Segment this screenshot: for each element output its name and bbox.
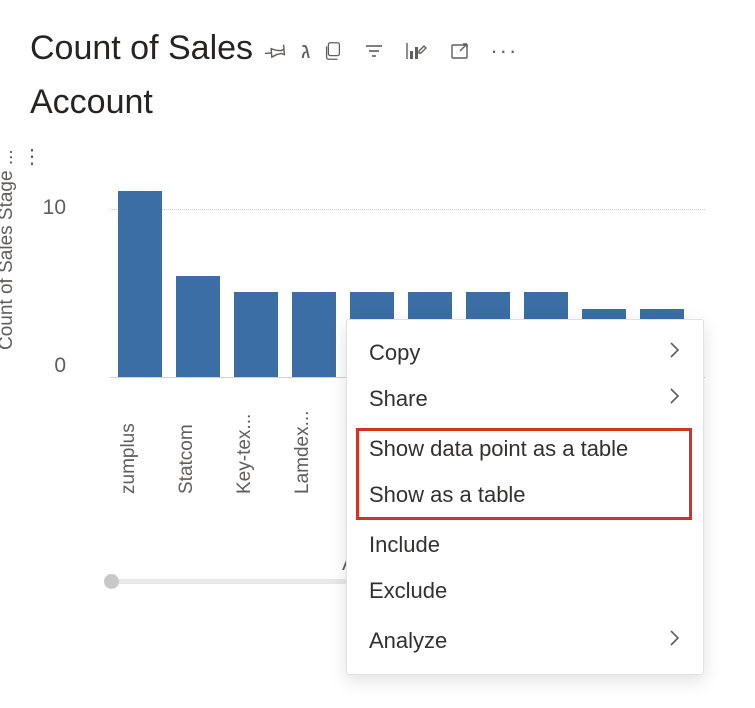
menu-label: Exclude (369, 578, 447, 604)
chart-title-line2: Account (18, 80, 518, 134)
partial-text: ג (301, 38, 310, 64)
filter-icon[interactable] (362, 39, 386, 63)
menu-item-copy[interactable]: Copy (347, 330, 703, 376)
menu-item-include[interactable]: Include (347, 522, 703, 568)
y-tick: 0 (54, 354, 66, 378)
chart-title-line1: Count of Sales (18, 16, 253, 80)
x-label: zumplus (118, 384, 162, 494)
menu-label: Share (369, 386, 428, 412)
pin-icon[interactable] (265, 39, 289, 63)
bar[interactable] (176, 276, 220, 377)
menu-item-exclude[interactable]: Exclude (347, 568, 703, 614)
visual-toolbar: ג ··· (265, 32, 518, 64)
menu-label: Analyze (369, 628, 447, 654)
more-options-icon[interactable]: ··· (490, 38, 518, 64)
copy-visual-icon[interactable] (322, 40, 344, 62)
chevron-right-icon (667, 386, 681, 412)
menu-label: Copy (369, 340, 420, 366)
y-tick: 10 (43, 196, 66, 220)
menu-item-show-as-table[interactable]: Show as a table (347, 472, 703, 518)
menu-label: Show as a table (369, 482, 526, 508)
scrollbar-thumb[interactable] (104, 574, 119, 589)
menu-label: Include (369, 532, 440, 558)
chevron-right-icon (667, 628, 681, 654)
bar[interactable] (234, 292, 278, 377)
menu-label: Show data point as a table (369, 436, 628, 462)
y-axis-label: Count of Sales Stage ... (0, 150, 18, 351)
y-axis-menu-icon[interactable]: ⋮ (22, 144, 40, 169)
bar[interactable] (292, 292, 336, 377)
x-label: Lamdex... (292, 384, 336, 494)
menu-item-share[interactable]: Share (347, 376, 703, 422)
chevron-right-icon (667, 340, 681, 366)
menu-item-show-data-point[interactable]: Show data point as a table (347, 426, 703, 472)
x-label: Key-tex... (234, 384, 278, 494)
menu-item-analyze[interactable]: Analyze (347, 618, 703, 664)
focus-mode-icon[interactable] (448, 39, 472, 63)
bar[interactable] (118, 191, 162, 377)
context-menu: Copy Share Show data point as a table Sh… (346, 319, 704, 675)
x-label: Statcom (176, 384, 220, 494)
personalize-icon[interactable] (404, 39, 430, 63)
